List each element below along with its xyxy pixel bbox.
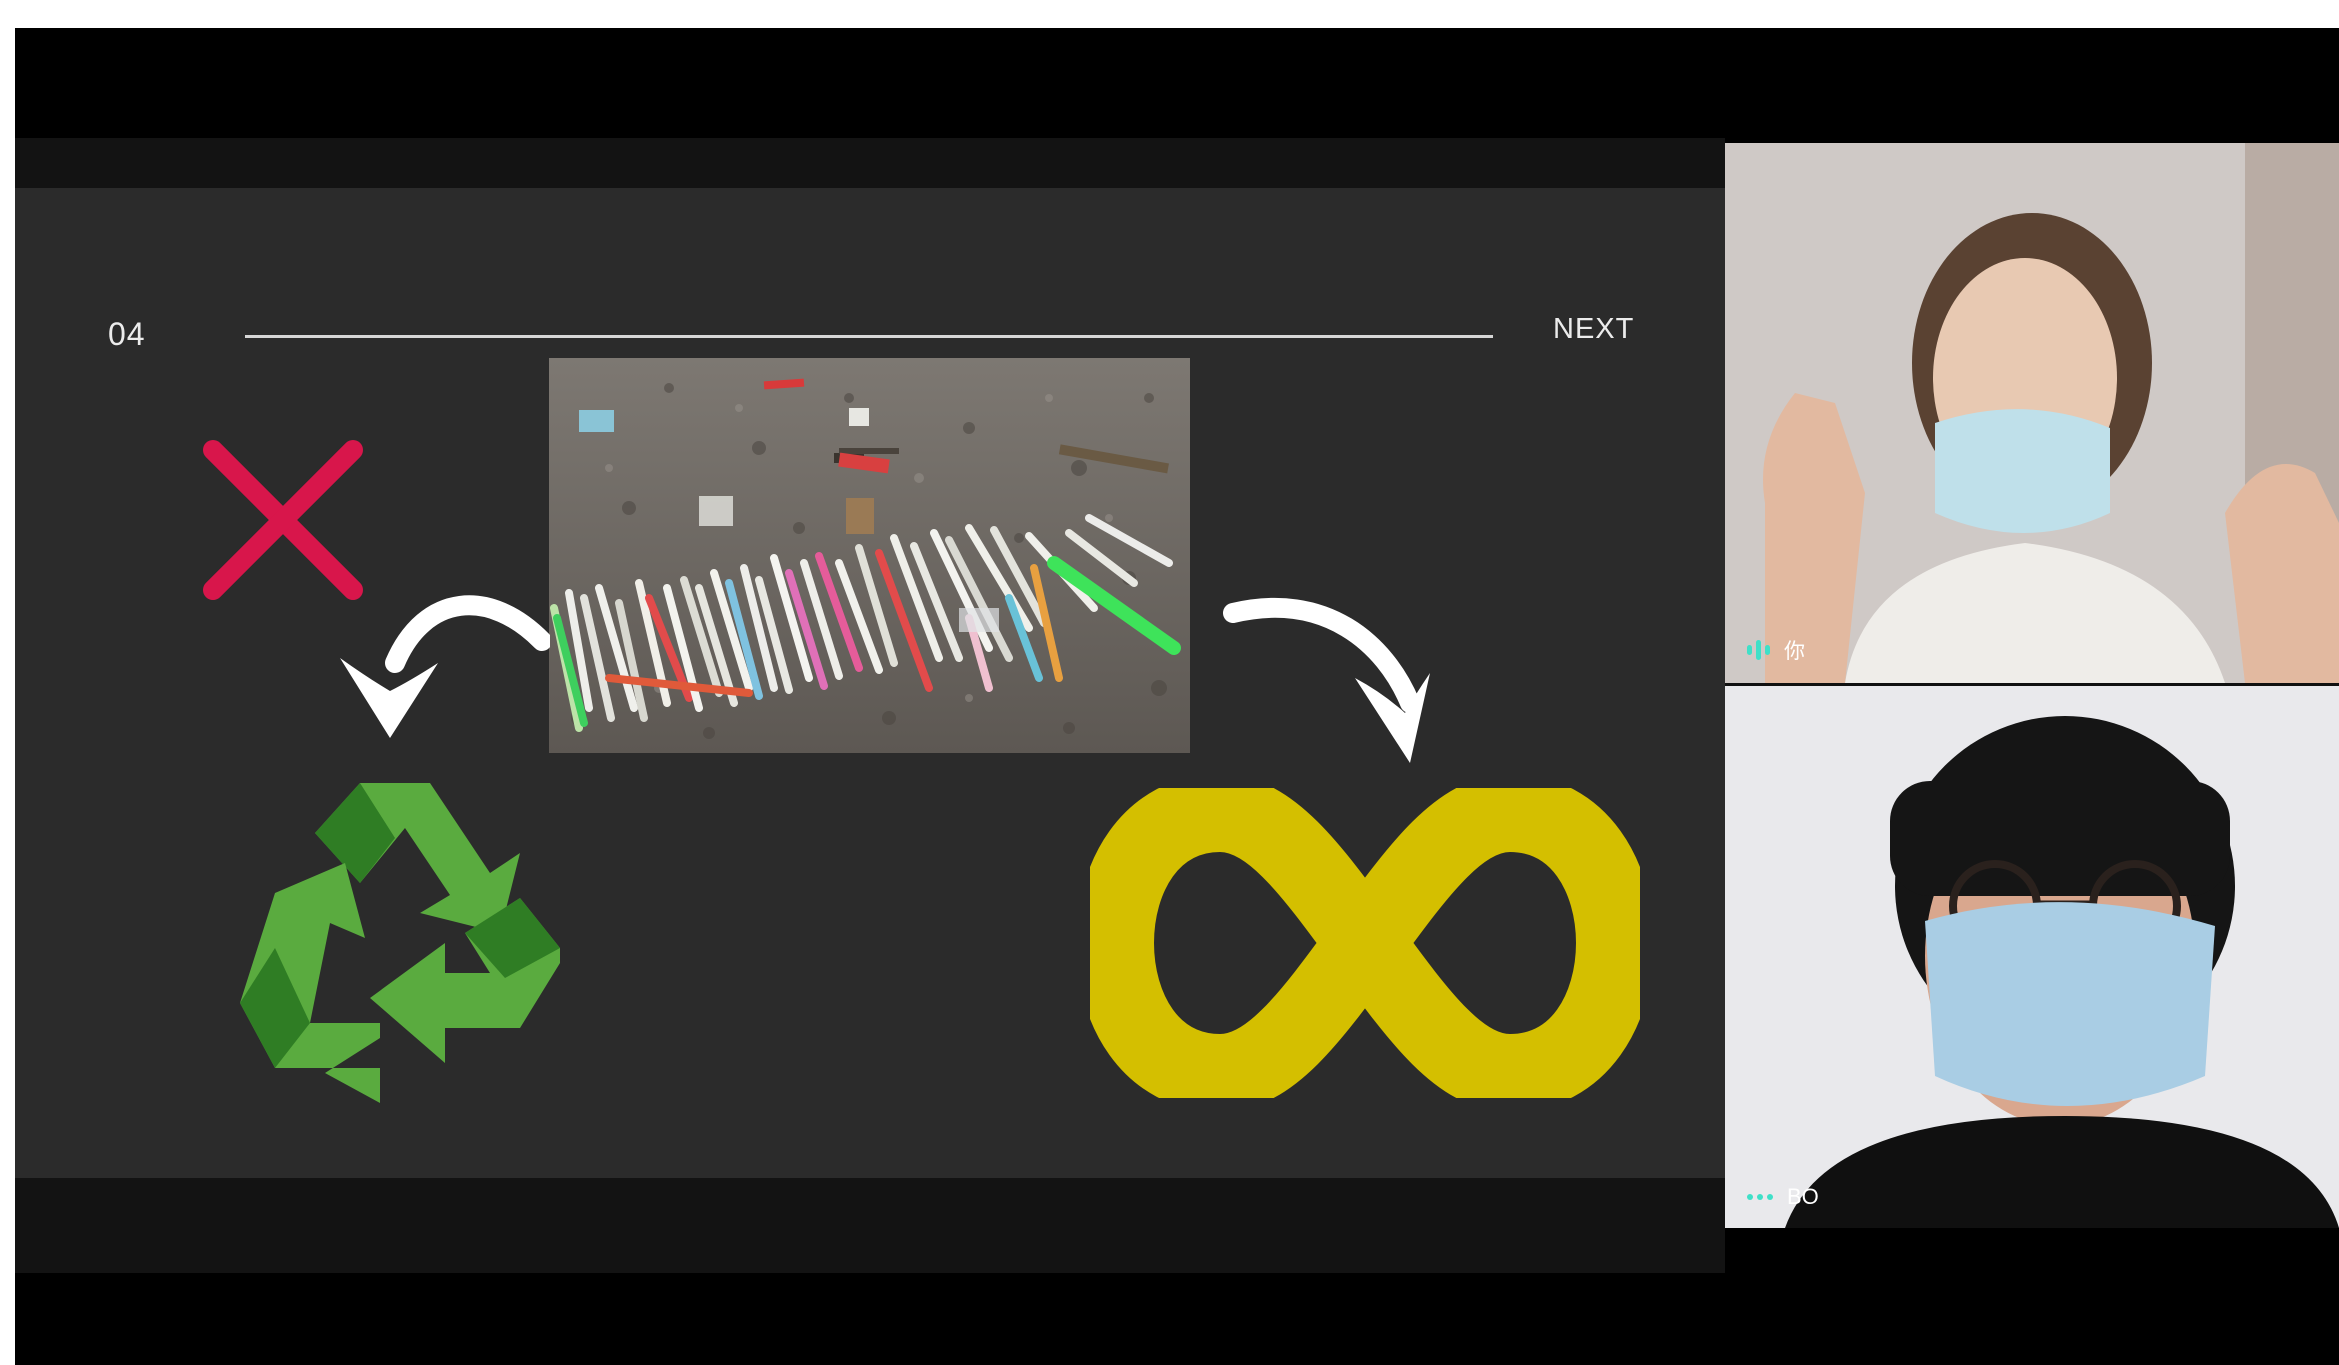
video-panel: 你 BO [1725,143,2339,1228]
participant-label-2: BO [1747,1184,1819,1210]
participant-label-1: 你 [1747,635,1805,665]
curved-arrow-right-icon [1223,597,1430,763]
red-x-icon [203,440,363,600]
participant-name: BO [1787,1184,1819,1209]
meeting-window: 04 NEXT 你 BO [15,28,2339,1365]
curved-arrow-left-icon [340,595,550,738]
next-label: NEXT [1553,313,1635,345]
slide-number: 04 [108,316,146,352]
infinity-icon [1090,788,1640,1098]
participant-tile-1[interactable]: 你 [1725,143,2339,683]
slide-divider [245,335,1493,338]
participant-tile-2[interactable]: BO [1725,686,2339,1228]
recycle-icon [240,783,560,1103]
more-dots-icon [1747,1194,1773,1200]
participant-name: 你 [1784,639,1805,663]
straws-photo [549,358,1190,753]
speaking-indicator-icon [1747,640,1770,660]
presentation-slide: 04 NEXT [15,188,1725,1178]
